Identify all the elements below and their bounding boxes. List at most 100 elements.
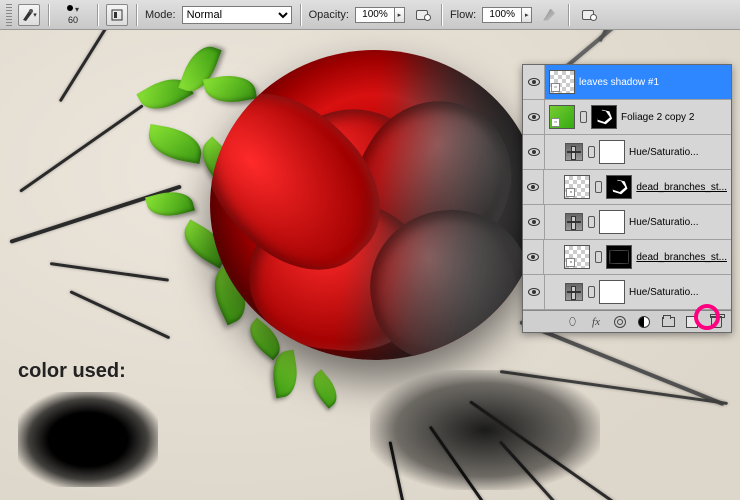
layer-mask-thumbnail[interactable] xyxy=(599,140,625,164)
layer-name-label[interactable]: Hue/Saturatio... xyxy=(629,217,727,228)
tablet-pressure-icon xyxy=(416,10,428,20)
layer-name-label[interactable]: dead_branches_st... xyxy=(636,182,727,193)
layers-panel-footer: fx xyxy=(523,310,731,332)
layer-name-label[interactable]: Hue/Saturatio... xyxy=(629,287,727,298)
adjustment-thumb-icon xyxy=(565,283,583,301)
layer-body[interactable]: Hue/Saturatio... xyxy=(545,135,731,169)
mask-icon xyxy=(614,316,626,328)
folder-icon xyxy=(662,317,675,327)
brush-panel-toggle[interactable] xyxy=(106,4,128,26)
layer-body[interactable]: Hue/Saturatio... xyxy=(545,275,731,309)
layer-visibility-toggle[interactable] xyxy=(523,170,544,204)
separator xyxy=(300,4,301,26)
layer-thumbnail[interactable]: ▫ xyxy=(564,245,590,269)
separator xyxy=(97,4,98,26)
layer-body[interactable]: ▫ dead_branches_st... xyxy=(544,170,731,204)
layer-row[interactable]: ▫ Foliage 2 copy 2 xyxy=(523,100,731,135)
brush-preset-picker[interactable]: ▾ 60 xyxy=(57,5,89,25)
eye-icon xyxy=(527,253,539,261)
annotation-color-used-label: color used: xyxy=(18,360,126,383)
link-icon xyxy=(567,315,576,328)
link-icon xyxy=(579,110,587,124)
tablet-pressure-icon xyxy=(582,10,594,20)
layer-body[interactable]: ▫ Foliage 2 copy 2 xyxy=(545,100,731,134)
layer-body[interactable]: ▫ leaves shadow #1 xyxy=(545,65,731,99)
brush-size-value: 60 xyxy=(68,15,78,25)
layer-body[interactable]: ▫ dead_branches_st... xyxy=(544,240,731,274)
layer-thumbnail[interactable]: ▫ xyxy=(549,70,575,94)
adjustment-thumb-icon xyxy=(565,143,583,161)
size-pressure-toggle[interactable] xyxy=(577,4,599,26)
link-icon xyxy=(587,285,595,299)
layer-row[interactable]: ▫ leaves shadow #1 xyxy=(523,65,731,100)
separator xyxy=(568,4,569,26)
link-icon xyxy=(594,250,602,264)
opacity-label: Opacity: xyxy=(309,9,349,21)
artwork-rose xyxy=(210,50,540,360)
layer-mask-thumbnail[interactable] xyxy=(606,245,632,269)
layer-row[interactable]: Hue/Saturatio... xyxy=(523,275,731,310)
layer-visibility-toggle[interactable] xyxy=(523,275,545,309)
layer-name-label[interactable]: Hue/Saturatio... xyxy=(629,147,727,158)
new-layer-icon xyxy=(686,316,698,328)
delete-layer-button[interactable] xyxy=(709,315,723,329)
separator xyxy=(441,4,442,26)
layer-thumbnail[interactable]: ▫ xyxy=(549,105,575,129)
layer-mask-thumbnail[interactable] xyxy=(599,210,625,234)
new-layer-button[interactable] xyxy=(685,315,699,329)
adjustment-icon xyxy=(638,316,650,328)
separator xyxy=(48,4,49,26)
layer-visibility-toggle[interactable] xyxy=(523,65,545,99)
link-icon xyxy=(594,180,602,194)
opacity-input[interactable]: 100% xyxy=(355,7,395,23)
layer-visibility-toggle[interactable] xyxy=(523,205,545,239)
layer-name-label[interactable]: dead_branches_st... xyxy=(636,252,727,263)
layer-row[interactable]: ▫ dead_branches_st... xyxy=(523,170,731,205)
layer-row[interactable]: Hue/Saturatio... xyxy=(523,205,731,240)
link-layers-button[interactable] xyxy=(565,315,579,329)
eye-icon xyxy=(528,218,540,226)
adjustment-thumb-icon xyxy=(565,213,583,231)
opacity-flyout[interactable]: ▸ xyxy=(395,7,405,23)
layer-mask-thumbnail[interactable] xyxy=(606,175,632,199)
layer-row[interactable]: ▫ dead_branches_st... xyxy=(523,240,731,275)
toolbar-grip[interactable] xyxy=(6,4,12,26)
flow-input[interactable]: 100% xyxy=(482,7,522,23)
adjustment-layer-button[interactable] xyxy=(637,315,651,329)
layer-body[interactable]: Hue/Saturatio... xyxy=(545,205,731,239)
layer-visibility-toggle[interactable] xyxy=(523,240,544,274)
layer-name-label[interactable]: Foliage 2 copy 2 xyxy=(621,112,727,123)
layer-row[interactable]: Hue/Saturatio... xyxy=(523,135,731,170)
mode-label: Mode: xyxy=(145,9,176,21)
trash-icon xyxy=(711,316,722,328)
link-icon xyxy=(587,215,595,229)
eye-icon xyxy=(528,78,540,86)
layer-name-label[interactable]: leaves shadow #1 xyxy=(579,77,727,88)
eye-icon xyxy=(528,148,540,156)
options-bar: ▾ ▾ 60 Mode: Normal Opacity: 100% ▸ Flow… xyxy=(0,0,740,30)
layer-mask-thumbnail[interactable] xyxy=(599,280,625,304)
eye-icon xyxy=(527,183,539,191)
airbrush-toggle[interactable] xyxy=(538,4,560,26)
separator xyxy=(136,4,137,26)
opacity-pressure-toggle[interactable] xyxy=(411,4,433,26)
layer-visibility-toggle[interactable] xyxy=(523,135,545,169)
annotation-color-swatch xyxy=(18,392,158,487)
layer-style-button[interactable]: fx xyxy=(589,315,603,329)
brush-tip-icon xyxy=(67,5,73,11)
layer-thumbnail[interactable]: ▫ xyxy=(564,175,590,199)
eye-icon xyxy=(528,113,540,121)
add-mask-button[interactable] xyxy=(613,315,627,329)
flow-flyout[interactable]: ▸ xyxy=(522,7,532,23)
layer-group-button[interactable] xyxy=(661,315,675,329)
flow-label: Flow: xyxy=(450,9,476,21)
layers-panel: ▫ leaves shadow #1 ▫ Foliage 2 copy 2 Hue/Sa… xyxy=(522,64,732,333)
brush-tool-button[interactable]: ▾ xyxy=(18,4,40,26)
airbrush-icon xyxy=(543,9,555,21)
eye-icon xyxy=(528,288,540,296)
blend-mode-select[interactable]: Normal xyxy=(182,6,292,24)
layers-list: ▫ leaves shadow #1 ▫ Foliage 2 copy 2 Hue/Sa… xyxy=(523,65,731,310)
layer-mask-thumbnail[interactable] xyxy=(591,105,617,129)
link-icon xyxy=(587,145,595,159)
layer-visibility-toggle[interactable] xyxy=(523,100,545,134)
